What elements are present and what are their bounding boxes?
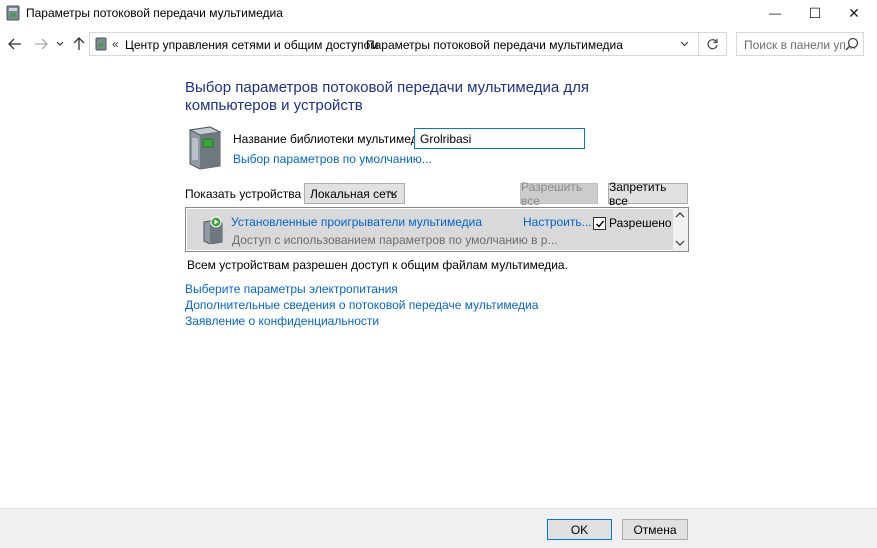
device-list: Установленные проигрыватели мультимедиа … <box>185 207 689 252</box>
close-icon: ✕ <box>848 4 860 21</box>
navigation-bar: « Центр управления сетями и общим доступ… <box>0 28 877 60</box>
configure-link[interactable]: Настроить... <box>523 215 592 229</box>
arrow-left-icon <box>8 38 21 50</box>
refresh-icon <box>706 38 718 49</box>
recent-locations-button[interactable] <box>53 34 67 54</box>
search-box[interactable]: Поиск в панели уп... <box>736 32 864 56</box>
scroll-down-icon[interactable] <box>675 239 685 247</box>
chevron-down-icon <box>56 41 64 46</box>
dialog-footer: OK Отмена <box>0 508 877 548</box>
breadcrumb-separator: « <box>112 37 119 51</box>
close-button[interactable]: ✕ <box>831 0 877 26</box>
control-panel-icon <box>95 37 107 51</box>
up-button[interactable] <box>69 34 89 54</box>
breadcrumb-separator[interactable]: › <box>353 37 357 51</box>
library-name-label: Название библиотеки мультимедиа: <box>233 132 435 146</box>
streaming-info-link[interactable]: Дополнительные сведения о потоковой пере… <box>185 298 538 312</box>
window-title: Параметры потоковой передачи мультимедиа <box>26 6 283 20</box>
media-player-icon <box>203 216 223 244</box>
checkmark-icon <box>595 220 604 228</box>
device-description: Доступ с использованием параметров по ум… <box>232 233 558 247</box>
allowed-checkbox[interactable] <box>593 217 606 230</box>
device-row[interactable]: Установленные проигрыватели мультимедиа … <box>187 209 673 250</box>
chevron-down-icon <box>388 190 398 196</box>
arrow-right-icon <box>35 38 48 50</box>
breadcrumb-current[interactable]: Параметры потоковой передачи мультимедиа <box>366 38 623 52</box>
show-devices-value: Локальная сеть <box>310 187 398 201</box>
page-heading: Выбор параметров потоковой передачи муль… <box>185 79 590 114</box>
arrow-up-icon <box>73 37 85 50</box>
power-options-link[interactable]: Выберите параметры электропитания <box>185 282 398 296</box>
ok-button[interactable]: OK <box>547 519 612 540</box>
address-dropdown-button[interactable] <box>676 36 692 52</box>
library-name-input[interactable] <box>414 128 585 149</box>
minimize-icon: — <box>769 6 781 20</box>
scroll-up-icon[interactable] <box>675 211 685 219</box>
status-text: Всем устройствам разрешен доступ к общим… <box>187 258 568 272</box>
privacy-statement-link[interactable]: Заявление о конфиденциальности <box>185 314 379 328</box>
breadcrumb-network-center[interactable]: Центр управления сетями и общим доступом <box>125 38 379 52</box>
address-bar[interactable]: « Центр управления сетями и общим доступ… <box>89 32 727 56</box>
forward-button[interactable] <box>31 34 51 54</box>
title-bar: Параметры потоковой передачи мультимедиа… <box>0 0 877 26</box>
divider <box>698 33 699 55</box>
device-list-scrollbar[interactable] <box>673 208 688 251</box>
maximize-icon: ☐ <box>808 4 822 21</box>
allowed-label: Разрешено <box>609 216 672 230</box>
media-streaming-app-icon <box>6 5 20 21</box>
choose-defaults-link[interactable]: Выбор параметров по умолчанию... <box>233 152 432 166</box>
refresh-button[interactable] <box>703 35 721 53</box>
allow-all-button[interactable]: Разрешить все <box>520 180 598 208</box>
device-name-link[interactable]: Установленные проигрыватели мультимедиа <box>231 215 482 229</box>
search-icon <box>845 37 859 51</box>
back-button[interactable] <box>5 34 25 54</box>
block-all-button[interactable]: Запретить все <box>608 180 688 208</box>
search-input[interactable]: Поиск в панели уп... <box>744 38 856 52</box>
chevron-down-icon <box>680 41 688 47</box>
show-devices-label: Показать устройства на: <box>185 187 322 201</box>
show-devices-select[interactable]: Локальная сеть <box>304 183 405 204</box>
cancel-button[interactable]: Отмена <box>622 519 688 540</box>
media-library-icon <box>188 126 222 170</box>
